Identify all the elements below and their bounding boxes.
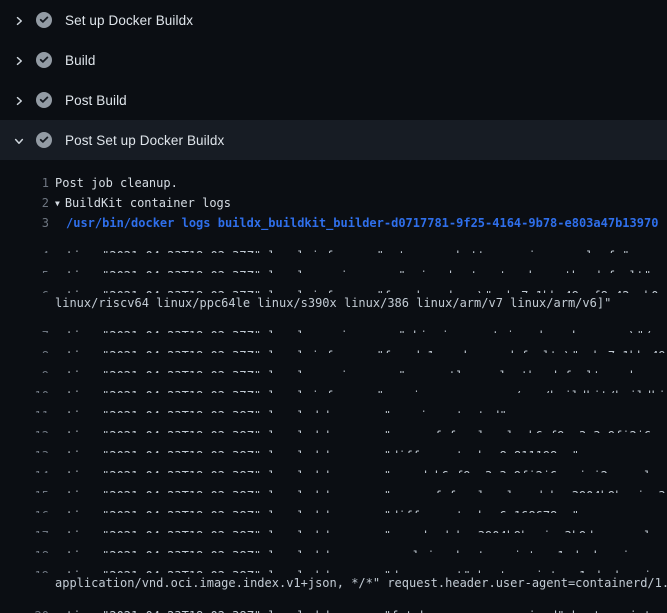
- line-number: [0, 573, 49, 593]
- line-number[interactable]: 17: [0, 526, 49, 533]
- line-number[interactable]: 18: [0, 546, 49, 553]
- log-text: application/vnd.oci.image.index.v1+json,…: [55, 573, 667, 593]
- log-text: time="2021-04-23T18:02:37Z" level=info m…: [66, 246, 630, 253]
- log-text: time="2021-04-23T18:02:37Z" level=info m…: [66, 386, 667, 393]
- line-number[interactable]: 20: [0, 606, 49, 613]
- line-number[interactable]: 1: [0, 173, 49, 193]
- log-text: linux/riscv64 linux/ppc64le linux/s390x …: [55, 293, 611, 313]
- step-label: Build: [65, 53, 96, 68]
- log-text: Post job cleanup.: [55, 173, 178, 193]
- log-text: time="2021-04-23T18:02:37Z" level=warnin…: [66, 366, 667, 373]
- log-line: 1 Post job cleanup.: [0, 173, 667, 193]
- line-number[interactable]: 5: [0, 266, 49, 273]
- log-text: time="2021-04-23T18:02:38Z" level=debug …: [66, 486, 667, 493]
- line-number[interactable]: 7: [0, 326, 49, 333]
- log-line: 13 time="2021-04-23T18:02:38Z" level=debu…: [0, 433, 667, 453]
- line-number[interactable]: 14: [0, 466, 49, 473]
- log-text: time="2021-04-23T18:02:38Z" level=debug …: [66, 566, 667, 573]
- log-line: 9 time="2021-04-23T18:02:37Z" level=warni…: [0, 353, 667, 373]
- log-text: time="2021-04-23T18:02:38Z" level=debug …: [66, 526, 667, 533]
- log-text: time="2021-04-23T18:02:38Z" level=debug …: [66, 446, 579, 453]
- line-number[interactable]: 8: [0, 346, 49, 353]
- log-text: time="2021-04-23T18:02:38Z" level=debug …: [66, 606, 667, 613]
- check-circle-icon: [36, 52, 52, 68]
- log-line: 6 time="2021-04-23T18:02:37Z" level=info …: [0, 273, 667, 293]
- chevron-down-icon: [13, 134, 25, 146]
- step-label: Post Set up Docker Buildx: [65, 133, 224, 148]
- log-group-toggle[interactable]: ▼BuildKit container logs: [55, 193, 231, 213]
- log-line: 8 time="2021-04-23T18:02:37Z" level=info …: [0, 333, 667, 353]
- log-text: time="2021-04-23T18:02:37Z" level=info m…: [66, 286, 667, 293]
- log-text: time="2021-04-23T18:02:37Z" level=info m…: [66, 346, 667, 353]
- log-line-wrap: application/vnd.oci.image.index.v1+json,…: [0, 573, 667, 593]
- log-line: 11 time="2021-04-23T18:02:38Z" level=debu…: [0, 393, 667, 413]
- chevron-right-icon: [13, 14, 25, 26]
- log-group-label: BuildKit container logs: [65, 196, 231, 210]
- steps-list: Set up Docker Buildx Build Post Build Post …: [0, 0, 667, 160]
- log-line: 10 time="2021-04-23T18:02:37Z" level=info…: [0, 373, 667, 393]
- log-view: 1 Post job cleanup. 2 ▼BuildKit container l…: [0, 160, 667, 613]
- check-circle-icon: [36, 12, 52, 28]
- chevron-right-icon: [13, 54, 25, 66]
- line-number[interactable]: 9: [0, 366, 49, 373]
- group-expanded-triangle-icon: ▼: [55, 194, 65, 213]
- line-number: [0, 293, 49, 313]
- log-line: 2 ▼BuildKit container logs: [0, 193, 667, 213]
- line-number[interactable]: 15: [0, 486, 49, 493]
- line-number[interactable]: 12: [0, 426, 49, 433]
- step-label: Post Build: [65, 93, 127, 108]
- line-number[interactable]: 6: [0, 286, 49, 293]
- line-number[interactable]: 13: [0, 446, 49, 453]
- log-line: 20 time="2021-04-23T18:02:38Z" level=debu…: [0, 593, 667, 613]
- log-text: time="2021-04-23T18:02:38Z" level=debug …: [66, 406, 507, 413]
- log-line: 12 time="2021-04-23T18:02:38Z" level=debu…: [0, 413, 667, 433]
- log-line: 18 time="2021-04-23T18:02:38Z" level=debu…: [0, 533, 667, 553]
- line-number[interactable]: 16: [0, 506, 49, 513]
- log-line: 15 time="2021-04-23T18:02:38Z" level=debu…: [0, 473, 667, 493]
- log-line: 4 time="2021-04-23T18:02:37Z" level=info …: [0, 233, 667, 253]
- log-text: time="2021-04-23T18:02:38Z" level=debug …: [66, 546, 637, 553]
- log-line: 16 time="2021-04-23T18:02:38Z" level=debu…: [0, 493, 667, 513]
- log-line: 3/usr/bin/docker logs buildx_buildkit_bu…: [0, 213, 667, 233]
- log-text: time="2021-04-23T18:02:38Z" level=debug …: [66, 426, 667, 433]
- log-text: time="2021-04-23T18:02:37Z" level=warnin…: [66, 266, 651, 273]
- line-number[interactable]: 10: [0, 386, 49, 393]
- line-number[interactable]: 2: [0, 193, 49, 213]
- command-text: /usr/bin/docker logs buildx_buildkit_bui…: [66, 213, 658, 233]
- log-text: time="2021-04-23T18:02:38Z" level=debug …: [66, 466, 667, 473]
- line-number[interactable]: 4: [0, 246, 49, 253]
- step-row-post-build[interactable]: Post Build: [0, 80, 667, 120]
- log-line-wrap: linux/riscv64 linux/ppc64le linux/s390x …: [0, 293, 667, 313]
- step-row-post-set-up-docker-buildx[interactable]: Post Set up Docker Buildx: [0, 120, 667, 160]
- log-line: 5 time="2021-04-23T18:02:37Z" level=warni…: [0, 253, 667, 273]
- chevron-right-icon: [13, 94, 25, 106]
- log-line: 17 time="2021-04-23T18:02:38Z" level=debu…: [0, 513, 667, 533]
- check-circle-icon: [36, 92, 52, 108]
- step-row-build[interactable]: Build: [0, 40, 667, 80]
- step-row-set-up-docker-buildx[interactable]: Set up Docker Buildx: [0, 0, 667, 40]
- line-number[interactable]: 3: [0, 213, 49, 233]
- check-circle-icon: [36, 132, 52, 148]
- log-line: 7 time="2021-04-23T18:02:37Z" level=warni…: [0, 313, 667, 333]
- line-number[interactable]: 11: [0, 406, 49, 413]
- log-line: 14 time="2021-04-23T18:02:38Z" level=debu…: [0, 453, 667, 473]
- line-number[interactable]: 19: [0, 566, 49, 573]
- log-line: 19 time="2021-04-23T18:02:38Z" level=debu…: [0, 553, 667, 573]
- step-label: Set up Docker Buildx: [65, 13, 193, 28]
- log-text: time="2021-04-23T18:02:38Z" level=debug …: [66, 506, 579, 513]
- log-text: time="2021-04-23T18:02:37Z" level=warnin…: [66, 326, 667, 333]
